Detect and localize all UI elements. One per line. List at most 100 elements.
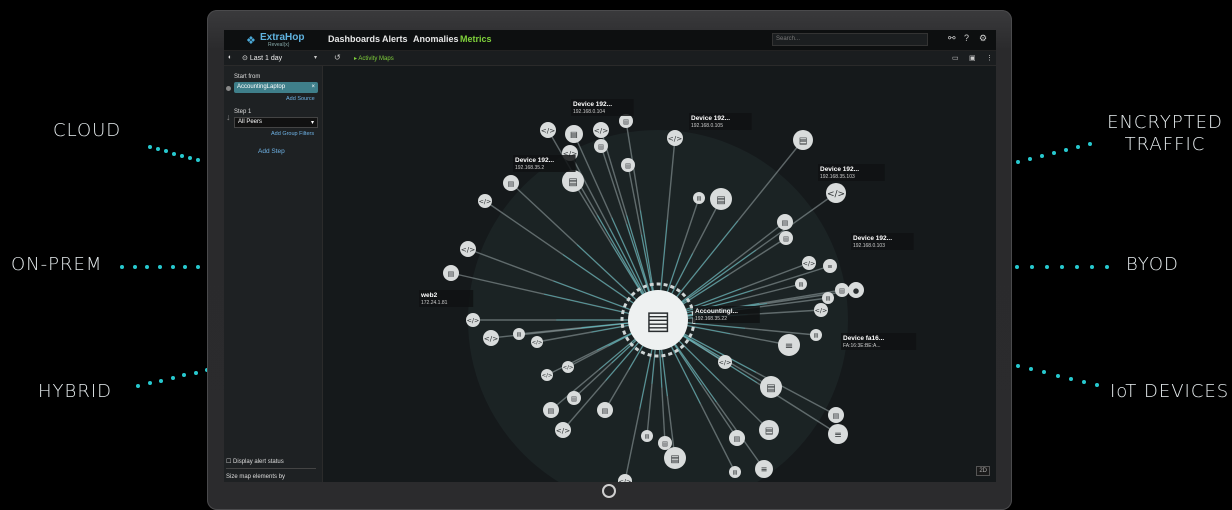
document-node-icon[interactable]: ▤ xyxy=(729,466,741,478)
save-icon[interactable]: ▣ xyxy=(969,54,976,62)
code-node-icon[interactable]: </> xyxy=(593,122,609,138)
document-node-icon[interactable]: ▤ xyxy=(759,420,779,440)
code-node-icon[interactable]: </> xyxy=(718,355,732,369)
code-node-icon[interactable]: </> xyxy=(483,330,499,346)
code-node-icon[interactable]: </> xyxy=(667,130,683,146)
document-node-icon[interactable]: ▤ xyxy=(658,436,672,450)
center-node[interactable]: ▤ xyxy=(620,282,696,358)
node-label-name: Accountingl... xyxy=(695,308,738,315)
code-node-icon[interactable]: </> xyxy=(466,313,480,327)
start-device-pill[interactable]: AccountingLaptop × xyxy=(234,82,318,93)
node-label-ip: 192.168.35.2 xyxy=(515,165,544,171)
more-icon[interactable]: ⋮ xyxy=(986,54,993,62)
add-group-filters-link[interactable]: Add Group Filters xyxy=(271,131,314,137)
time-range-selector[interactable]: ⊙ Last 1 day xyxy=(242,54,282,62)
connector-dot xyxy=(1095,383,1099,387)
document-node-icon[interactable]: ▤ xyxy=(567,391,581,405)
document-node-icon[interactable]: ▤ xyxy=(835,283,849,297)
add-source-link[interactable]: Add Source xyxy=(286,96,315,102)
activity-map-svg[interactable]: </> ▤ </> ▤ </> </> ▤ ▤ ▤ ▤ ▤ </> ▤ ▤ </> </> ▤ </> </> ▤ </… xyxy=(323,66,996,482)
code-node-icon[interactable]: </> xyxy=(531,336,543,348)
hybrid-label: HYBRID xyxy=(38,381,112,402)
document-node-icon[interactable]: ▤ xyxy=(621,158,635,172)
dimension-toggle[interactable]: 2D xyxy=(976,466,990,476)
byod-label: BYOD xyxy=(1126,254,1179,275)
document-node-icon[interactable]: ▤ xyxy=(597,402,613,418)
document-node-icon[interactable]: ▤ xyxy=(822,292,834,304)
document-node-icon[interactable]: ▤ xyxy=(729,430,745,446)
node-label: Device fa16...FA:16:3E:BE:A... xyxy=(841,333,917,350)
node-label-name: Device 192... xyxy=(515,157,554,164)
step1-select[interactable]: All Peers ▾ xyxy=(234,117,318,128)
document-node-icon[interactable]: ▤ xyxy=(710,188,732,210)
code-node-icon[interactable]: </> xyxy=(541,369,553,381)
connector-dot xyxy=(158,265,162,269)
node-label-ip: 192.168.35.22 xyxy=(695,316,727,322)
server-node-icon[interactable]: ≡ xyxy=(755,460,773,478)
svg-text:▤: ▤ xyxy=(783,235,789,242)
gear-icon[interactable]: ⚙ xyxy=(979,33,987,44)
document-node-icon[interactable]: ▤ xyxy=(693,192,705,204)
chevron-down-icon[interactable]: ▾ xyxy=(314,54,317,61)
breadcrumb[interactable]: ▸ Activity Maps xyxy=(354,55,394,62)
code-node-icon[interactable]: </> xyxy=(814,303,828,317)
nav-anomalies[interactable]: Anomalies xyxy=(413,34,459,44)
help-icon[interactable]: ? xyxy=(964,33,969,43)
connector-dot xyxy=(1068,376,1073,381)
connector-dot xyxy=(196,158,200,162)
document-node-icon[interactable]: ▤ xyxy=(779,231,793,245)
document-node-icon[interactable]: ▤ xyxy=(664,447,686,469)
document-node-icon[interactable]: ▤ xyxy=(619,114,633,128)
code-node-icon[interactable]: </> xyxy=(555,422,571,438)
server-node-icon[interactable]: ≡ xyxy=(823,259,837,273)
code-node-icon[interactable]: </> xyxy=(562,361,574,373)
undo-icon[interactable]: ↺ xyxy=(334,53,341,62)
divider xyxy=(226,468,316,469)
document-node-icon[interactable]: ▤ xyxy=(810,329,822,341)
logo-icon: ❖ xyxy=(246,35,256,47)
dot-node-icon[interactable]: ● xyxy=(848,282,864,298)
sub-toolbar: ◐ ⊙ Last 1 day ▾ ↺ ▸ Activity Maps ▭ ▣ ⋮ xyxy=(224,51,996,66)
node-label-name: Device 192... xyxy=(691,115,730,122)
svg-text:▤: ▤ xyxy=(568,177,577,188)
nav-metrics[interactable]: Metrics xyxy=(460,34,492,44)
document-node-icon[interactable]: ▤ xyxy=(443,265,459,281)
nav-dashboards[interactable]: Dashboards xyxy=(328,34,380,44)
document-node-icon[interactable]: ▤ xyxy=(777,214,793,230)
document-node-icon[interactable]: ▤ xyxy=(793,130,813,150)
add-step-link[interactable]: Add Step xyxy=(258,148,285,155)
display-alert-status-checkbox[interactable]: ☐ Display alert status xyxy=(226,458,284,465)
search-input[interactable]: Search... xyxy=(772,33,928,46)
code-node-icon[interactable]: </> xyxy=(826,183,846,203)
network-icon[interactable]: ⚯ xyxy=(948,33,956,44)
document-node-icon[interactable]: ▤ xyxy=(594,139,608,153)
connector-dot xyxy=(1075,265,1079,269)
code-node-icon[interactable]: </> xyxy=(540,122,556,138)
connector-dot xyxy=(120,265,124,269)
document-node-icon[interactable]: ▤ xyxy=(565,125,583,143)
code-node-icon[interactable]: </> xyxy=(460,241,476,257)
home-button[interactable] xyxy=(602,484,616,498)
node-label-name: web2 xyxy=(420,292,438,299)
code-node-icon[interactable]: </> xyxy=(478,194,492,208)
document-node-icon[interactable]: ▤ xyxy=(795,278,807,290)
connector-dot xyxy=(1088,142,1092,146)
document-node-icon[interactable]: ▤ xyxy=(503,175,519,191)
svg-text:▤: ▤ xyxy=(448,269,455,278)
server-node-icon[interactable]: ≡ xyxy=(778,334,800,356)
svg-text:▤: ▤ xyxy=(623,118,629,125)
activity-map[interactable]: </> ▤ </> ▤ </> </> ▤ ▤ ▤ ▤ ▤ </> ▤ ▤ </> </> ▤ </> </> ▤ </… xyxy=(323,66,996,482)
document-node-icon[interactable]: ▤ xyxy=(543,402,559,418)
document-node-icon[interactable]: ▤ xyxy=(641,430,653,442)
app-screen: ❖ ExtraHop Reveal(x) Dashboards Alerts A… xyxy=(224,30,996,482)
folder-icon[interactable]: ▭ xyxy=(952,54,959,62)
code-node-icon[interactable]: </> xyxy=(802,256,816,270)
document-node-icon[interactable]: ▤ xyxy=(513,328,525,340)
document-node-icon[interactable]: ▤ xyxy=(562,170,584,192)
document-node-icon[interactable]: ▤ xyxy=(760,376,782,398)
server-node-icon[interactable]: ≡ xyxy=(828,424,848,444)
toggle-icon[interactable]: ◐ xyxy=(228,54,232,61)
document-node-icon[interactable]: ▤ xyxy=(828,407,844,423)
close-icon[interactable]: × xyxy=(311,84,315,90)
nav-alerts[interactable]: Alerts xyxy=(382,34,408,44)
